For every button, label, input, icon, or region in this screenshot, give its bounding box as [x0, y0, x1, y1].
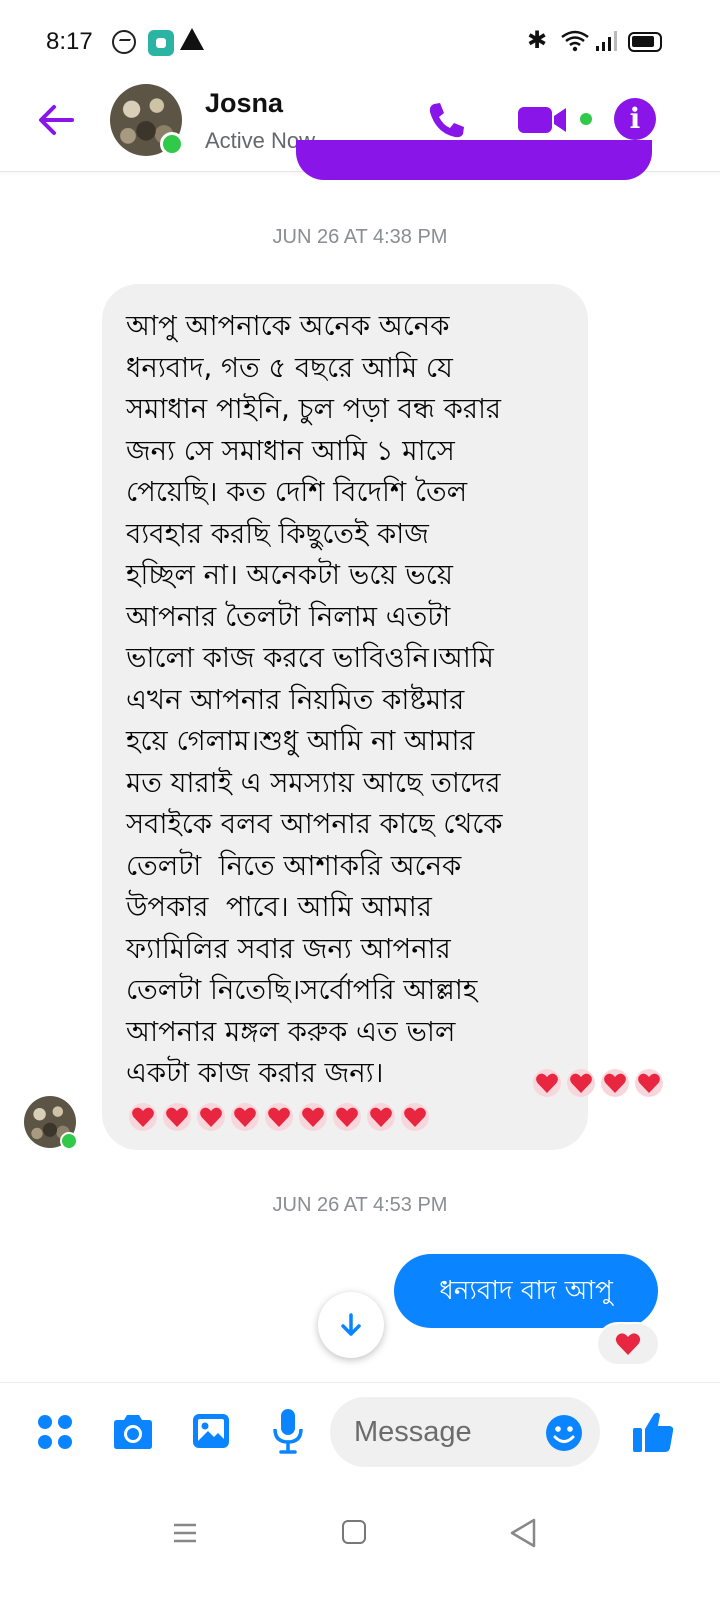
message-timestamp: JUN 26 AT 4:53 PM: [272, 1194, 448, 1216]
scroll-to-bottom-button[interactable]: [318, 1292, 384, 1358]
heart-icon: [615, 1333, 641, 1355]
heart-emoji-row-inline: [532, 1068, 668, 1098]
camera-icon[interactable]: [110, 1413, 156, 1451]
battery-icon: [628, 32, 662, 52]
message-composer: [0, 1382, 720, 1482]
warning-icon: [180, 28, 204, 50]
phone-icon[interactable]: [424, 98, 468, 142]
status-time: 8:17: [46, 28, 93, 55]
contact-name[interactable]: Josna: [205, 88, 283, 119]
previous-message-bubble: [296, 140, 652, 180]
heart-icon: [265, 1103, 293, 1131]
nav-back-icon[interactable]: [508, 1516, 538, 1550]
bluetooth-icon: ✱: [527, 27, 548, 54]
message-timestamp: JUN 26 AT 4:38 PM: [272, 226, 448, 248]
presence-indicator: [160, 132, 184, 156]
heart-icon: [601, 1069, 629, 1097]
system-navigation-bar: [0, 1500, 720, 1600]
heart-icon: [129, 1103, 157, 1131]
video-camera-icon[interactable]: [516, 102, 572, 138]
video-active-dot: [580, 113, 592, 125]
emoji-icon[interactable]: [544, 1413, 584, 1453]
heart-icon: [533, 1069, 561, 1097]
app-icon: [148, 30, 174, 56]
wifi-icon: [561, 30, 589, 52]
heart-icon: [197, 1103, 225, 1131]
heart-icon: [231, 1103, 259, 1131]
signal-icon: [596, 31, 617, 51]
heart-icon: [635, 1069, 663, 1097]
message-reaction[interactable]: [596, 1322, 660, 1366]
chevron-down-icon: [341, 1313, 361, 1336]
back-arrow-icon[interactable]: [34, 98, 78, 142]
incoming-message-bubble[interactable]: আপু আপনাকে অনেক অনেক ধন্যবাদ, গত ৫ বছরে …: [102, 284, 663, 1150]
messenger-icon: [112, 30, 136, 54]
sender-presence-indicator: [60, 1132, 78, 1150]
heart-emoji-row: [128, 1102, 548, 1132]
status-bar: 8:17 ✱: [0, 0, 720, 80]
thumbs-up-icon[interactable]: [630, 1409, 676, 1455]
outgoing-message-bubble[interactable]: ধন্যবাদ বাদ আপু: [394, 1254, 658, 1328]
heart-icon: [401, 1103, 429, 1131]
incoming-message-text: আপু আপনাকে অনেক অনেক ধন্যবাদ, গত ৫ বছরে …: [126, 310, 503, 1089]
home-button-icon[interactable]: [342, 1520, 366, 1544]
heart-icon: [567, 1069, 595, 1097]
heart-icon: [367, 1103, 395, 1131]
apps-icon[interactable]: [36, 1413, 74, 1451]
recents-menu-icon[interactable]: [172, 1520, 198, 1546]
microphone-icon[interactable]: [272, 1407, 304, 1455]
gallery-icon[interactable]: [190, 1411, 232, 1451]
info-icon[interactable]: i: [614, 98, 656, 140]
heart-icon: [163, 1103, 191, 1131]
heart-icon: [299, 1103, 327, 1131]
heart-icon: [333, 1103, 361, 1131]
